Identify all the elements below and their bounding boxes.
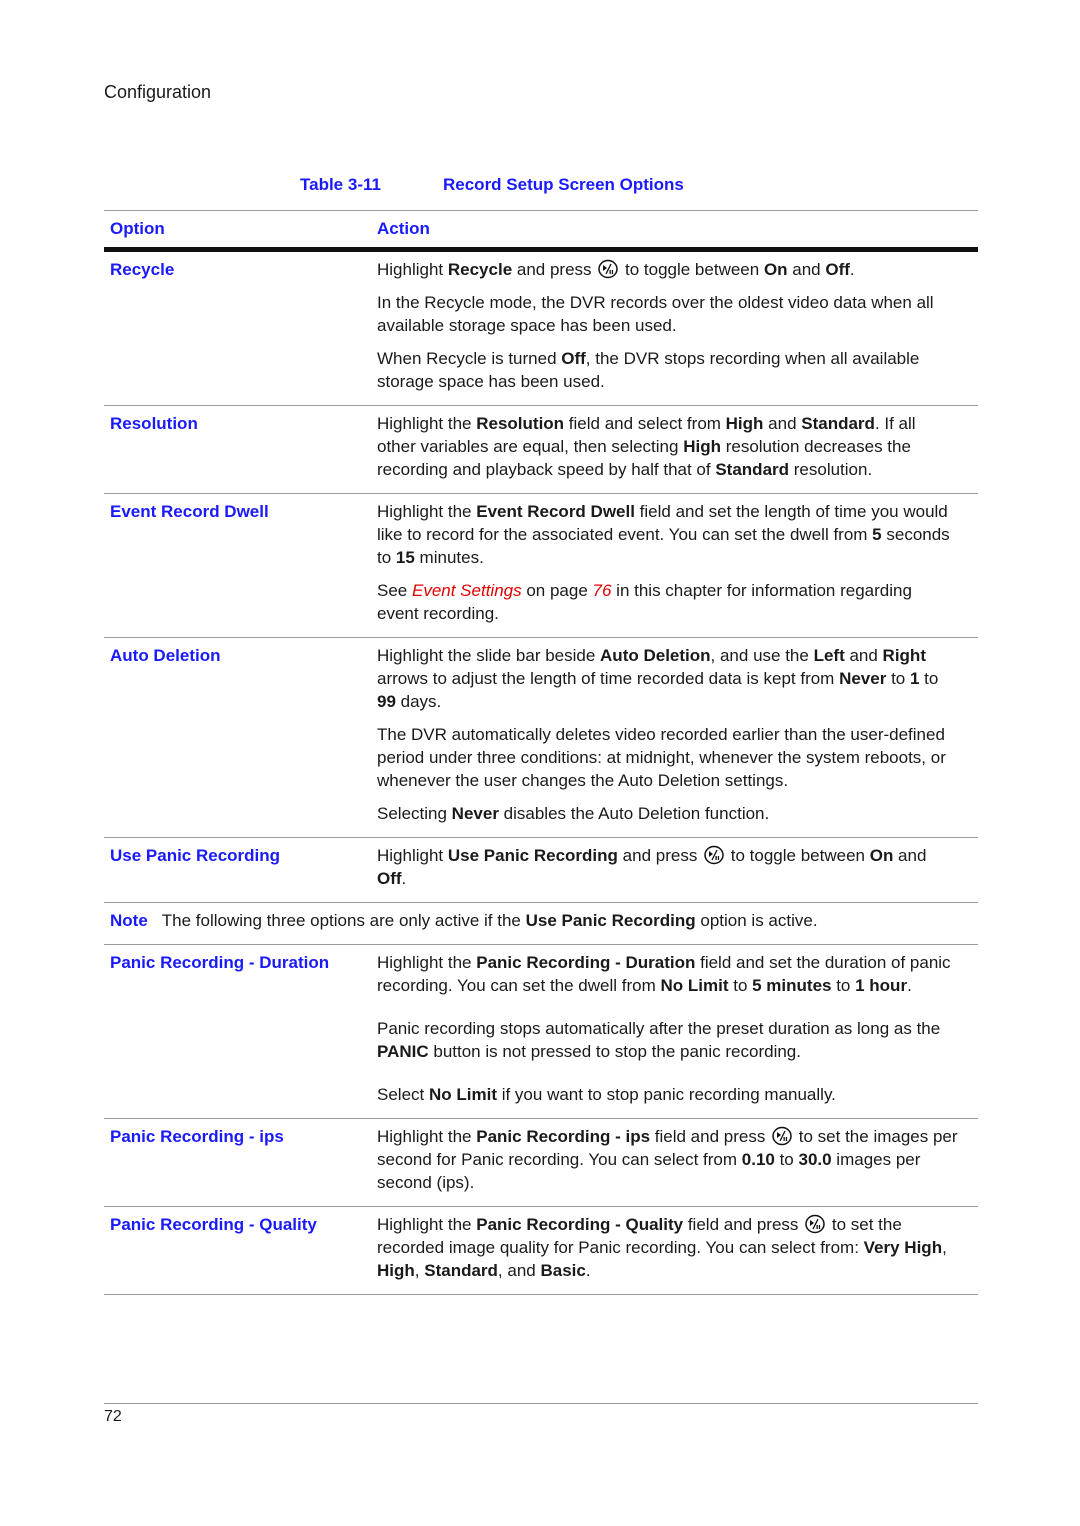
option-action: Highlight the Resolution field and selec… xyxy=(377,414,916,479)
option-action: Highlight the Panic Recording - ips fiel… xyxy=(377,1126,958,1192)
footer-divider xyxy=(104,1403,978,1404)
table-note: Note The following three options are only… xyxy=(110,911,818,930)
play-pause-select-icon xyxy=(772,1126,792,1146)
option-action: Highlight the Event Record Dwell field a… xyxy=(377,502,950,623)
page-76-link[interactable]: 76 xyxy=(593,581,612,600)
table-title: Record Setup Screen Options xyxy=(443,175,684,194)
table-row-resolution: Resolution Highlight the Resolution fiel… xyxy=(104,406,978,493)
option-action: Highlight the Panic Recording - Duration… xyxy=(377,953,951,1104)
table-header-row: Option Action xyxy=(104,211,978,247)
option-action: Highlight Use Panic Recording and press … xyxy=(377,845,927,888)
note-label: Note xyxy=(110,911,148,930)
table-row-panic-duration: Panic Recording - Duration Highlight the… xyxy=(104,945,978,1118)
table-row-panic-quality: Panic Recording - Quality Highlight the … xyxy=(104,1207,978,1294)
section-header: Configuration xyxy=(104,82,212,102)
option-name: Event Record Dwell xyxy=(110,502,269,521)
table-number: Table 3-11 xyxy=(300,175,381,194)
option-action: Highlight the slide bar beside Auto Dele… xyxy=(377,646,946,823)
option-name: Auto Deletion xyxy=(110,646,221,665)
table-row-auto-deletion: Auto Deletion Highlight the slide bar be… xyxy=(104,638,978,837)
option-name: Use Panic Recording xyxy=(110,846,281,865)
page-number: 72 xyxy=(104,1408,122,1425)
option-name: Recycle xyxy=(110,260,175,279)
table-row-use-panic-recording: Use Panic Recording Highlight Use Panic … xyxy=(104,838,978,902)
column-header-action: Action xyxy=(377,219,430,238)
table-caption: Table 3-11 Record Setup Screen Options xyxy=(300,175,684,195)
options-table: Option Action Recycle Highlight Recycle … xyxy=(104,210,978,1295)
option-action: Highlight the Panic Recording - Quality … xyxy=(377,1214,947,1280)
option-name: Panic Recording - Quality xyxy=(110,1215,317,1234)
option-action: Highlight Recycle and press to toggle be… xyxy=(377,259,934,391)
play-pause-select-icon xyxy=(598,259,619,279)
play-pause-select-icon xyxy=(805,1214,825,1234)
option-name: Resolution xyxy=(110,414,198,433)
option-name: Panic Recording - Duration xyxy=(110,953,330,972)
column-header-option: Option xyxy=(110,219,165,238)
table-row-panic-ips: Panic Recording - ips Highlight the Pani… xyxy=(104,1119,978,1206)
event-settings-link[interactable]: Event Settings xyxy=(412,581,522,600)
option-name: Panic Recording - ips xyxy=(110,1127,284,1146)
table-row-event-record-dwell: Event Record Dwell Highlight the Event R… xyxy=(104,494,978,637)
play-pause-select-icon xyxy=(704,845,724,865)
table-row-recycle: Recycle Highlight Recycle and press to t… xyxy=(104,252,978,405)
